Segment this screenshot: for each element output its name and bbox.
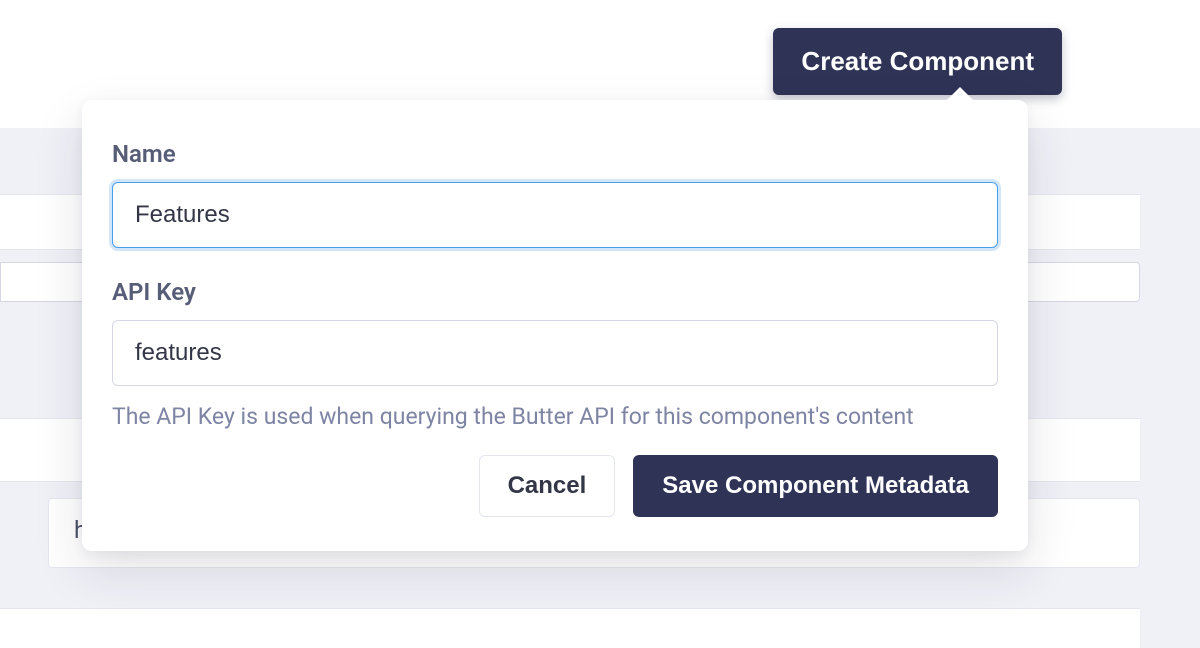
background-row <box>0 608 1140 648</box>
apikey-field-group: API Key The API Key is used when queryin… <box>112 278 998 433</box>
modal-actions: Cancel Save Component Metadata <box>112 455 998 517</box>
name-input[interactable] <box>112 182 998 248</box>
name-field-group: Name <box>112 140 998 248</box>
apikey-label: API Key <box>112 278 998 306</box>
save-component-metadata-button[interactable]: Save Component Metadata <box>633 455 998 517</box>
create-component-modal: Name API Key The API Key is used when qu… <box>82 100 1028 551</box>
name-label: Name <box>112 140 998 168</box>
apikey-input[interactable] <box>112 320 998 386</box>
create-component-button[interactable]: Create Component <box>773 28 1062 95</box>
cancel-button[interactable]: Cancel <box>479 455 616 517</box>
apikey-help-text: The API Key is used when querying the Bu… <box>112 400 998 433</box>
